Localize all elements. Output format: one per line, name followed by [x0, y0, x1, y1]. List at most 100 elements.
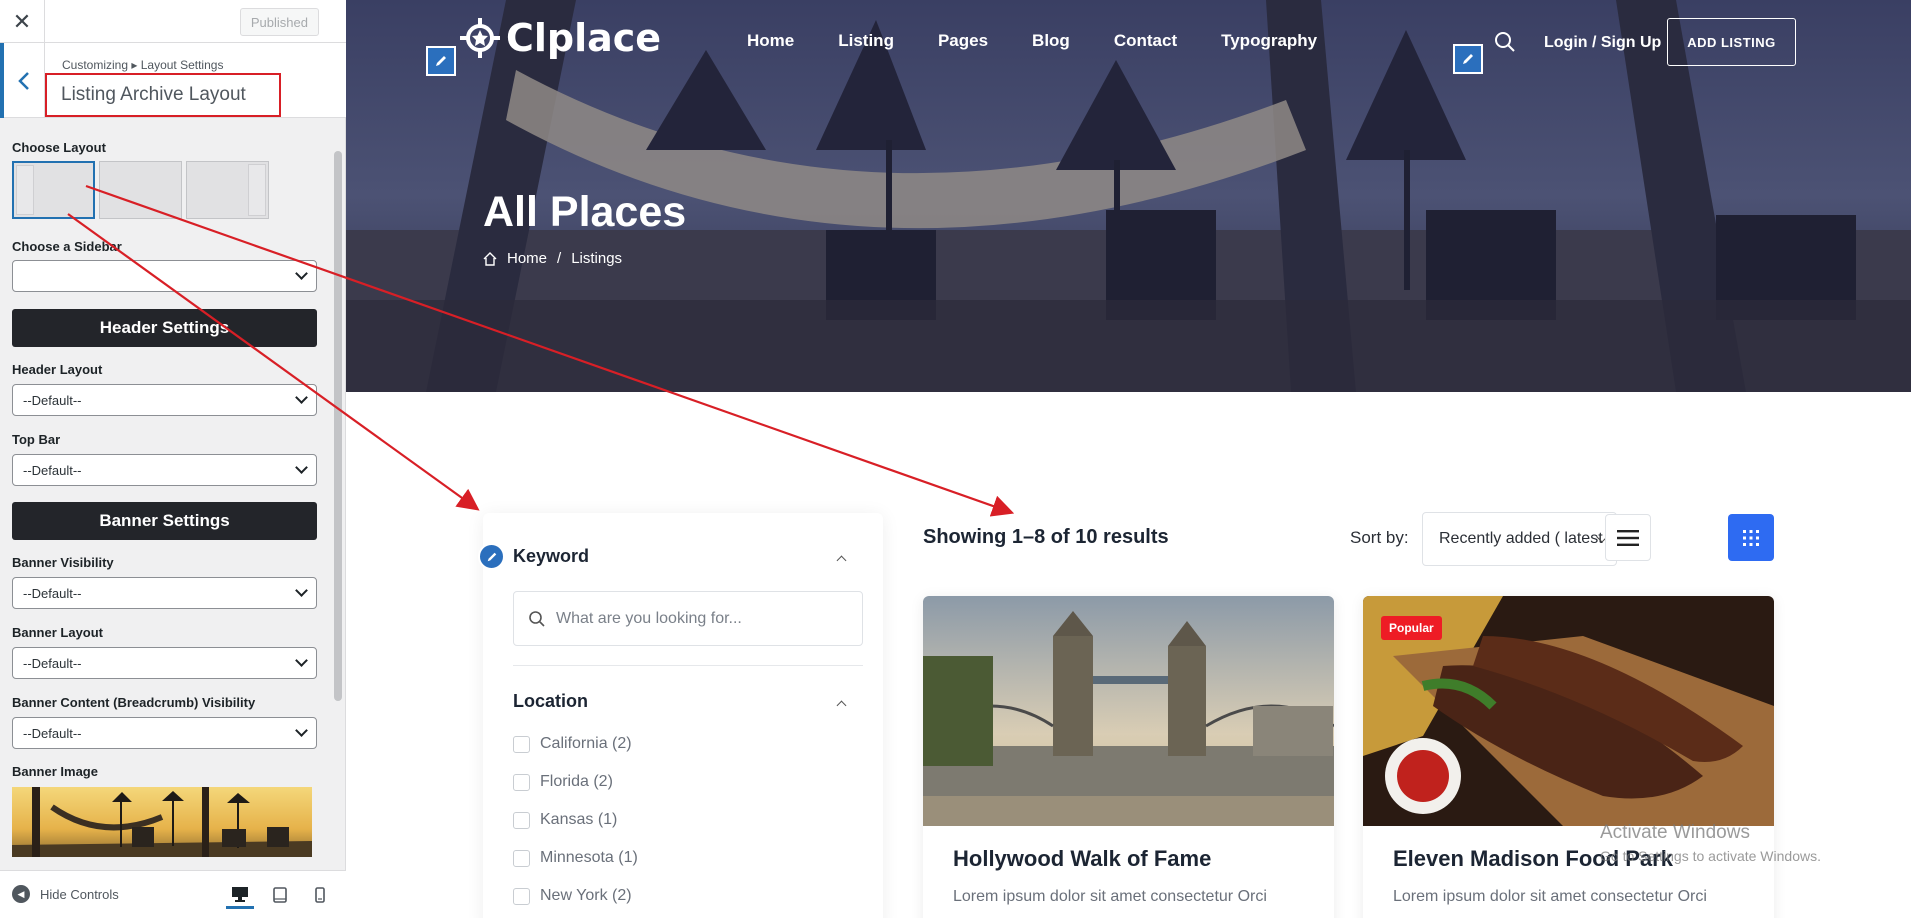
layout-option-full-width[interactable] — [99, 161, 182, 219]
layout-option-left-sidebar[interactable] — [12, 161, 95, 219]
banner-layout-label: Banner Layout — [12, 625, 104, 640]
customizer-footer: ◀ Hide Controls — [0, 870, 346, 918]
customizer-section-header: Customizing ▸ Layout Settings Listing Ar… — [0, 43, 346, 118]
sort-value: Recently added ( latest ) — [1439, 530, 1613, 547]
tablet-icon[interactable] — [266, 881, 294, 909]
edit-shortcut-icon[interactable] — [426, 46, 456, 76]
header-settings-button[interactable]: Header Settings — [12, 309, 317, 347]
hide-controls-label: Hide Controls — [40, 886, 119, 902]
location-label: California (2) — [540, 735, 632, 752]
list-icon — [1617, 529, 1639, 546]
customizer-topbar: ✕ Published — [0, 0, 346, 43]
desktop-icon[interactable] — [226, 881, 254, 909]
banner-visibility-select[interactable]: --Default-- — [12, 577, 317, 609]
grid-icon — [1743, 529, 1759, 546]
divider — [513, 665, 863, 666]
device-preview-toggles — [226, 881, 334, 909]
section-title: Listing Archive Layout — [45, 73, 281, 117]
scrollbar-thumb[interactable] — [334, 151, 342, 701]
sort-select[interactable]: Recently added ( latest ) — [1422, 512, 1617, 566]
location-option[interactable]: New York (2) — [513, 887, 632, 905]
banner-content-label: Banner Content (Breadcrumb) Visibility — [12, 695, 256, 710]
layout-option-right-sidebar[interactable] — [186, 161, 269, 219]
back-arrow-icon[interactable] — [0, 43, 45, 118]
location-filter-title[interactable]: Location — [513, 691, 588, 712]
listing-card[interactable]: Popular Eleven Madison Food Park Lorem i… — [1363, 596, 1774, 918]
site-logo[interactable]: Clplace — [460, 16, 661, 60]
banner-visibility-label: Banner Visibility — [12, 555, 114, 570]
chevron-up-icon[interactable] — [836, 700, 847, 711]
list-view-button[interactable] — [1605, 514, 1651, 561]
checkbox[interactable] — [513, 887, 530, 905]
hero-banner: Clplace Home Listing Pages Blog Contact … — [346, 0, 1911, 392]
chevron-down-icon — [295, 654, 308, 667]
listing-image[interactable] — [923, 596, 1334, 826]
nav-blog[interactable]: Blog — [1032, 31, 1070, 51]
keyword-filter-title[interactable]: Keyword — [513, 546, 589, 567]
choose-sidebar-label: Choose a Sidebar — [12, 239, 122, 254]
breadcrumb: Home / Listings — [483, 250, 622, 267]
edit-shortcut-icon[interactable] — [478, 543, 505, 570]
chevron-down-icon — [295, 391, 308, 404]
listing-card[interactable]: Hollywood Walk of Fame Lorem ipsum dolor… — [923, 596, 1334, 918]
checkbox[interactable] — [513, 849, 530, 867]
choose-layout-label: Choose Layout — [12, 140, 106, 155]
banner-content-select[interactable]: --Default-- — [12, 717, 317, 749]
search-icon — [529, 610, 545, 627]
chevron-down-icon — [295, 461, 308, 474]
breadcrumb-separator: / — [557, 250, 562, 267]
listing-description: Lorem ipsum dolor sit amet consectetur O… — [953, 888, 1267, 905]
site-preview: Clplace Home Listing Pages Blog Contact … — [346, 0, 1911, 918]
nav-pages[interactable]: Pages — [938, 31, 988, 51]
nav-contact[interactable]: Contact — [1114, 31, 1177, 51]
header-layout-label: Header Layout — [12, 362, 103, 377]
nav-listing[interactable]: Listing — [838, 31, 894, 51]
location-label: Minnesota (1) — [540, 849, 638, 866]
close-icon[interactable]: ✕ — [0, 0, 45, 43]
banner-image-label: Banner Image — [12, 764, 98, 779]
checkbox[interactable] — [513, 811, 530, 829]
screen: ✕ Published Customizing ▸ Layout Setting… — [0, 0, 1911, 918]
location-label: Kansas (1) — [540, 811, 618, 828]
listing-title[interactable]: Hollywood Walk of Fame — [953, 846, 1211, 872]
banner-settings-button[interactable]: Banner Settings — [12, 502, 317, 540]
login-signup-link[interactable]: Login / Sign Up — [1544, 34, 1661, 52]
published-button[interactable]: Published — [239, 8, 319, 36]
banner-visibility-value: --Default-- — [23, 585, 82, 601]
keyword-search-input[interactable]: What are you looking for... — [513, 591, 863, 646]
nav-home[interactable]: Home — [747, 31, 794, 51]
breadcrumb-current: Listings — [571, 250, 623, 267]
location-label: Florida (2) — [540, 773, 613, 790]
checkbox[interactable] — [513, 773, 530, 791]
location-option[interactable]: California (2) — [513, 735, 632, 753]
mobile-icon[interactable] — [306, 881, 334, 909]
location-option[interactable]: Kansas (1) — [513, 811, 617, 829]
banner-layout-select[interactable]: --Default-- — [12, 647, 317, 679]
logo-text: Clplace — [506, 16, 662, 60]
hide-controls-button[interactable]: ◀ Hide Controls — [12, 885, 119, 903]
keyword-search-placeholder: What are you looking for... — [556, 609, 742, 627]
top-bar-value: --Default-- — [23, 462, 82, 478]
search-icon[interactable] — [1493, 30, 1517, 59]
logo-icon — [460, 18, 500, 58]
collapse-icon: ◀ — [12, 885, 30, 903]
sidebar-select[interactable] — [12, 260, 317, 292]
header-layout-select[interactable]: --Default-- — [12, 384, 317, 416]
layout-options — [12, 161, 269, 219]
customizer-scrollbar[interactable] — [329, 118, 345, 870]
breadcrumb-home[interactable]: Home — [507, 250, 547, 267]
listing-description: Lorem ipsum dolor sit amet consectetur O… — [1393, 888, 1707, 905]
chevron-up-icon[interactable] — [836, 555, 847, 566]
location-option[interactable]: Minnesota (1) — [513, 849, 638, 867]
checkbox[interactable] — [513, 735, 530, 753]
location-label: New York (2) — [540, 887, 632, 904]
top-bar-select[interactable]: --Default-- — [12, 454, 317, 486]
banner-image-preview[interactable] — [12, 787, 312, 857]
results-count: Showing 1–8 of 10 results — [923, 526, 1169, 548]
location-option[interactable]: Florida (2) — [513, 773, 613, 791]
banner-content-value: --Default-- — [23, 725, 82, 741]
edit-shortcut-icon[interactable] — [1453, 44, 1483, 74]
grid-view-button[interactable] — [1728, 514, 1774, 561]
add-listing-button[interactable]: ADD LISTING — [1667, 18, 1796, 66]
nav-typography[interactable]: Typography — [1221, 31, 1317, 51]
